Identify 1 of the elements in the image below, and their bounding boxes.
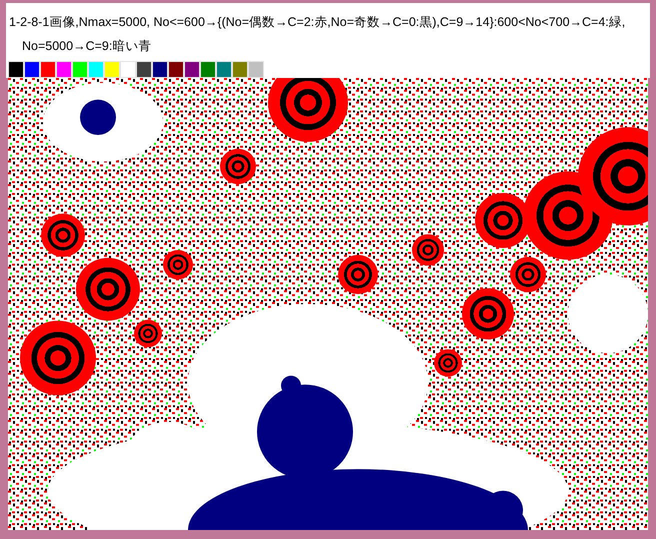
image-caption: 1-2-8-1画像,Nmax=5000, No<=600→{(No=偶数→C=2:赤,No=奇数→C=0:黒),C=9→14}:600<No<700→C=4:緑, No=5000→C=9:暗い青 [8, 14, 626, 55]
